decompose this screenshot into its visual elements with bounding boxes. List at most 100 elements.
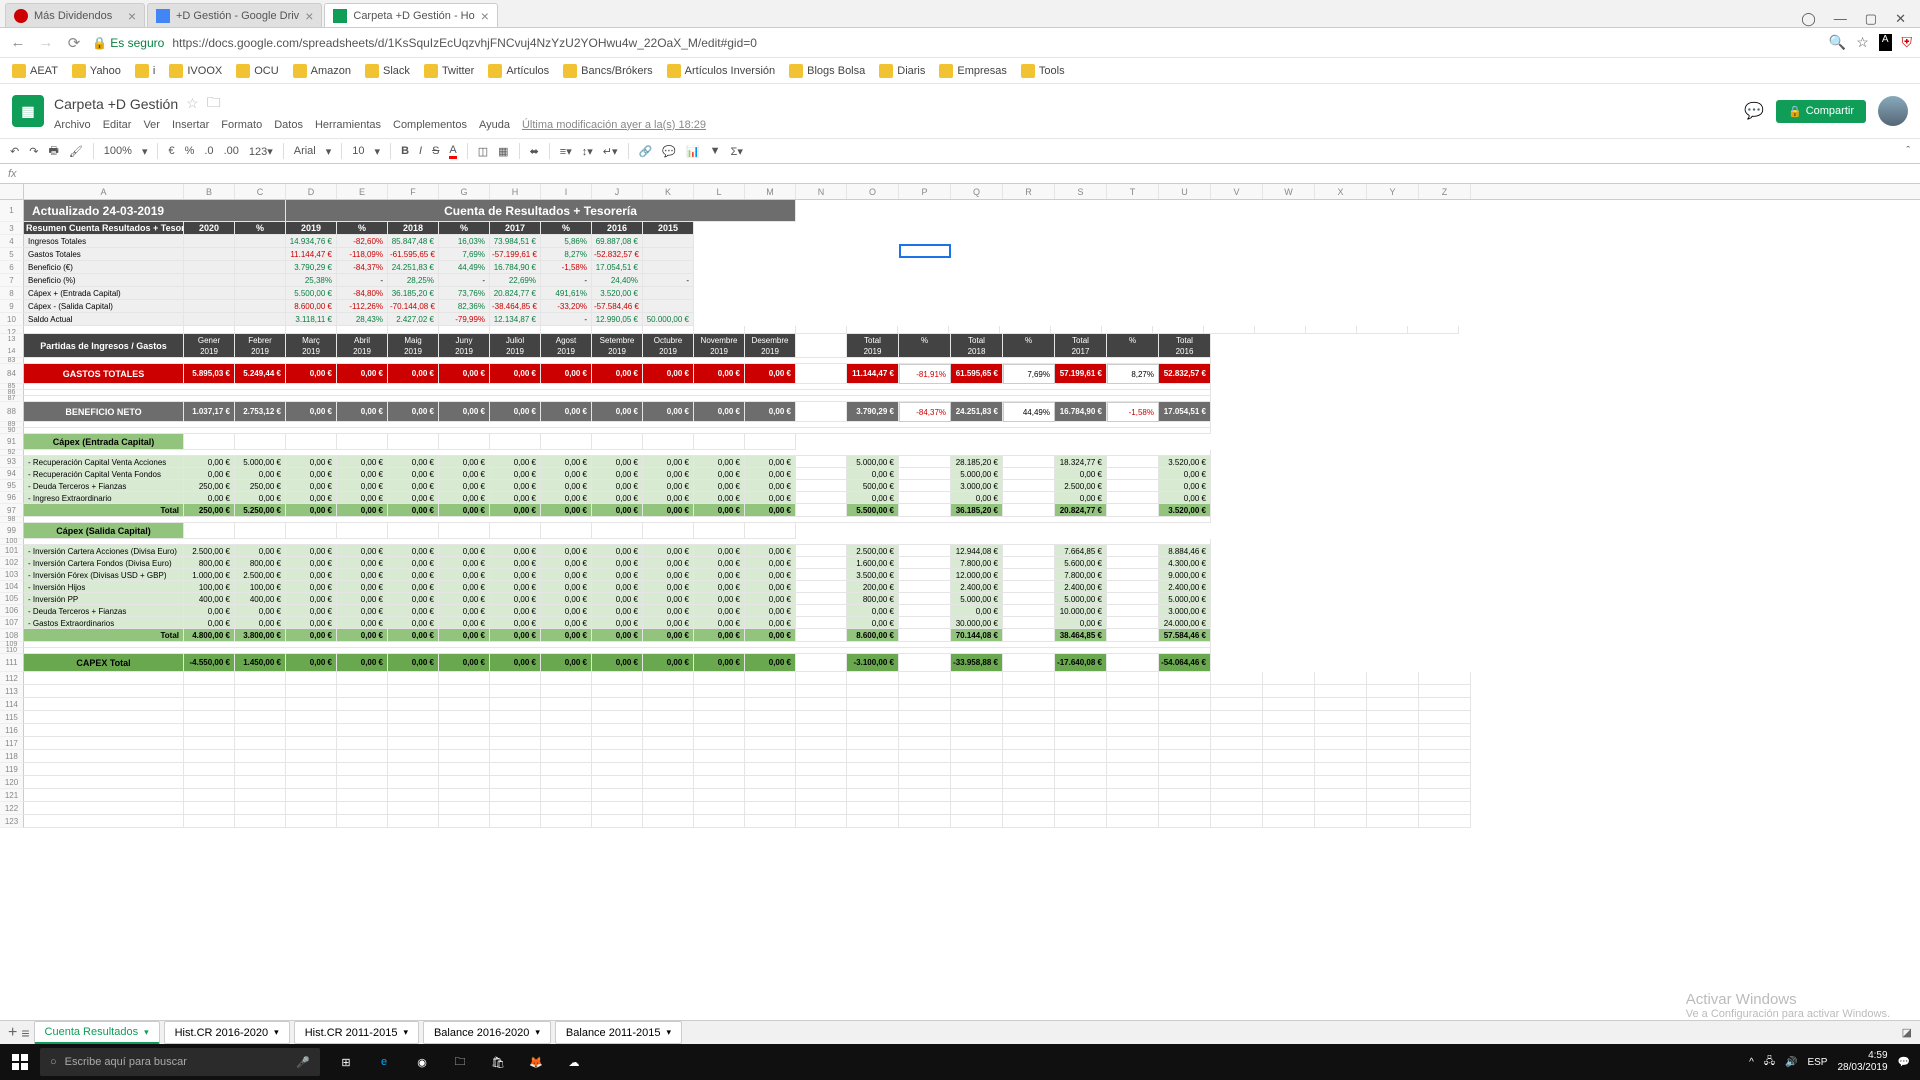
sheet-tab[interactable]: Balance 2016-2020 ▾ — [423, 1021, 551, 1044]
row-header[interactable]: 7 — [0, 274, 24, 287]
bookmark-item[interactable]: Amazon — [293, 64, 351, 78]
cell[interactable]: 11.144,47 € — [286, 248, 337, 261]
sheets-logo-icon[interactable]: ▦ — [12, 95, 44, 127]
row-header[interactable]: 9 — [0, 300, 24, 313]
col-header[interactable]: J — [592, 184, 643, 199]
cell[interactable]: % — [541, 222, 592, 235]
col-header[interactable]: W — [1263, 184, 1315, 199]
cell[interactable]: 28,25% — [388, 274, 439, 287]
col-header[interactable]: F — [388, 184, 439, 199]
row-header[interactable]: 10 — [0, 313, 24, 326]
cell[interactable]: 14.934,76 € — [286, 235, 337, 248]
cell[interactable]: 3.520,00 € — [592, 287, 643, 300]
cell[interactable]: 28,43% — [337, 313, 388, 326]
font-size[interactable]: 10 — [352, 145, 364, 157]
cell[interactable] — [184, 313, 235, 326]
font-select[interactable]: Arial — [294, 145, 316, 157]
bookmark-item[interactable]: AEAT — [12, 64, 58, 78]
last-edit[interactable]: Última modificación ayer a la(s) 18:29 — [522, 119, 706, 131]
edge-icon[interactable]: e — [366, 1044, 402, 1080]
firefox-icon[interactable]: 🦊 — [518, 1044, 554, 1080]
cell[interactable]: - — [337, 274, 388, 287]
close-icon[interactable]: × — [128, 8, 136, 24]
star-doc-icon[interactable]: ☆ — [186, 95, 199, 112]
cell[interactable]: 20.824,77 € — [490, 287, 541, 300]
ext-1-icon[interactable]: A — [1879, 34, 1892, 51]
cell[interactable] — [439, 326, 490, 334]
cell[interactable] — [1255, 326, 1306, 334]
sheet-tab[interactable]: Balance 2011-2015 ▾ — [555, 1021, 682, 1044]
chart-icon[interactable]: 📊 — [686, 145, 700, 158]
cell[interactable] — [184, 326, 235, 334]
print-icon[interactable]: 🖶 — [48, 142, 58, 161]
cell[interactable]: 2018 — [388, 222, 439, 235]
cell[interactable] — [184, 300, 235, 313]
bookmark-item[interactable]: Artículos — [488, 64, 549, 78]
cell[interactable] — [235, 248, 286, 261]
cell[interactable]: 5.500,00 € — [286, 287, 337, 300]
cell[interactable]: -61.595,65 € — [388, 248, 439, 261]
explorer-icon[interactable]: 🗀 — [442, 1044, 478, 1080]
cell[interactable] — [184, 287, 235, 300]
close-icon[interactable]: × — [481, 8, 489, 24]
zoom-select[interactable]: 100% — [104, 145, 132, 157]
reload-icon[interactable]: ⟳ — [64, 34, 84, 52]
col-header[interactable]: I — [541, 184, 592, 199]
cell[interactable]: 17.054,51 € — [592, 261, 643, 274]
cell[interactable] — [235, 235, 286, 248]
bookmark-item[interactable]: Tools — [1021, 64, 1065, 78]
col-header[interactable]: V — [1211, 184, 1263, 199]
valign-icon[interactable]: ↕▾ — [582, 145, 593, 158]
row-header[interactable]: 5 — [0, 248, 24, 261]
cell[interactable]: 2015 — [643, 222, 694, 235]
star-icon[interactable]: ☆ — [1856, 34, 1869, 51]
cell[interactable]: 2.427,02 € — [388, 313, 439, 326]
tab-3-active[interactable]: Carpeta +D Gestión - Ho× — [324, 3, 498, 27]
notifications-icon[interactable]: 💬 — [1898, 1057, 1910, 1068]
cell[interactable]: 2017 — [490, 222, 541, 235]
bookmark-item[interactable]: Diaris — [879, 64, 925, 78]
user-icon[interactable]: ◯ — [1801, 11, 1816, 27]
expand-icon[interactable]: ˆ — [1906, 145, 1910, 157]
cell[interactable] — [898, 326, 949, 334]
cell[interactable] — [949, 326, 1000, 334]
borders-icon[interactable]: ▦ — [498, 145, 508, 158]
cell[interactable]: 2016 — [592, 222, 643, 235]
sheet-tab[interactable]: Hist.CR 2011-2015 ▾ — [294, 1021, 419, 1044]
cell[interactable] — [1306, 326, 1357, 334]
col-header[interactable]: P — [899, 184, 951, 199]
bookmark-item[interactable]: IVOOX — [169, 64, 222, 78]
cell[interactable] — [184, 261, 235, 274]
menu-item[interactable]: Formato — [221, 119, 262, 131]
cell[interactable]: 44,49% — [439, 261, 490, 274]
cell[interactable] — [847, 326, 898, 334]
cell[interactable] — [235, 326, 286, 334]
cell[interactable]: -57.584,46 € — [592, 300, 643, 313]
cell[interactable] — [337, 326, 388, 334]
col-header[interactable]: X — [1315, 184, 1367, 199]
cell[interactable]: -38.464,85 € — [490, 300, 541, 313]
col-header[interactable]: R — [1003, 184, 1055, 199]
cell[interactable] — [643, 326, 694, 334]
start-button[interactable] — [0, 1044, 40, 1080]
wrap-icon[interactable]: ↵▾ — [603, 145, 618, 158]
cell[interactable]: -112,26% — [337, 300, 388, 313]
cell[interactable]: -52.832,57 € — [592, 248, 643, 261]
cell[interactable]: 69.887,08 € — [592, 235, 643, 248]
cell[interactable] — [643, 287, 694, 300]
close-window-icon[interactable]: ✕ — [1895, 11, 1906, 27]
all-sheets-icon[interactable]: ≡ — [21, 1025, 29, 1041]
strike-icon[interactable]: S — [432, 145, 439, 157]
filter-icon[interactable]: ▼ — [710, 145, 721, 157]
menu-item[interactable]: Herramientas — [315, 119, 381, 131]
cell[interactable] — [541, 326, 592, 334]
cell[interactable]: Saldo Actual — [24, 313, 184, 326]
menu-item[interactable]: Insertar — [172, 119, 209, 131]
close-icon[interactable]: × — [305, 8, 313, 24]
bookmark-item[interactable]: Slack — [365, 64, 410, 78]
cell[interactable] — [184, 235, 235, 248]
col-header[interactable]: M — [745, 184, 796, 199]
maximize-icon[interactable]: ▢ — [1865, 11, 1877, 27]
cell[interactable] — [235, 287, 286, 300]
cell[interactable]: - — [541, 274, 592, 287]
